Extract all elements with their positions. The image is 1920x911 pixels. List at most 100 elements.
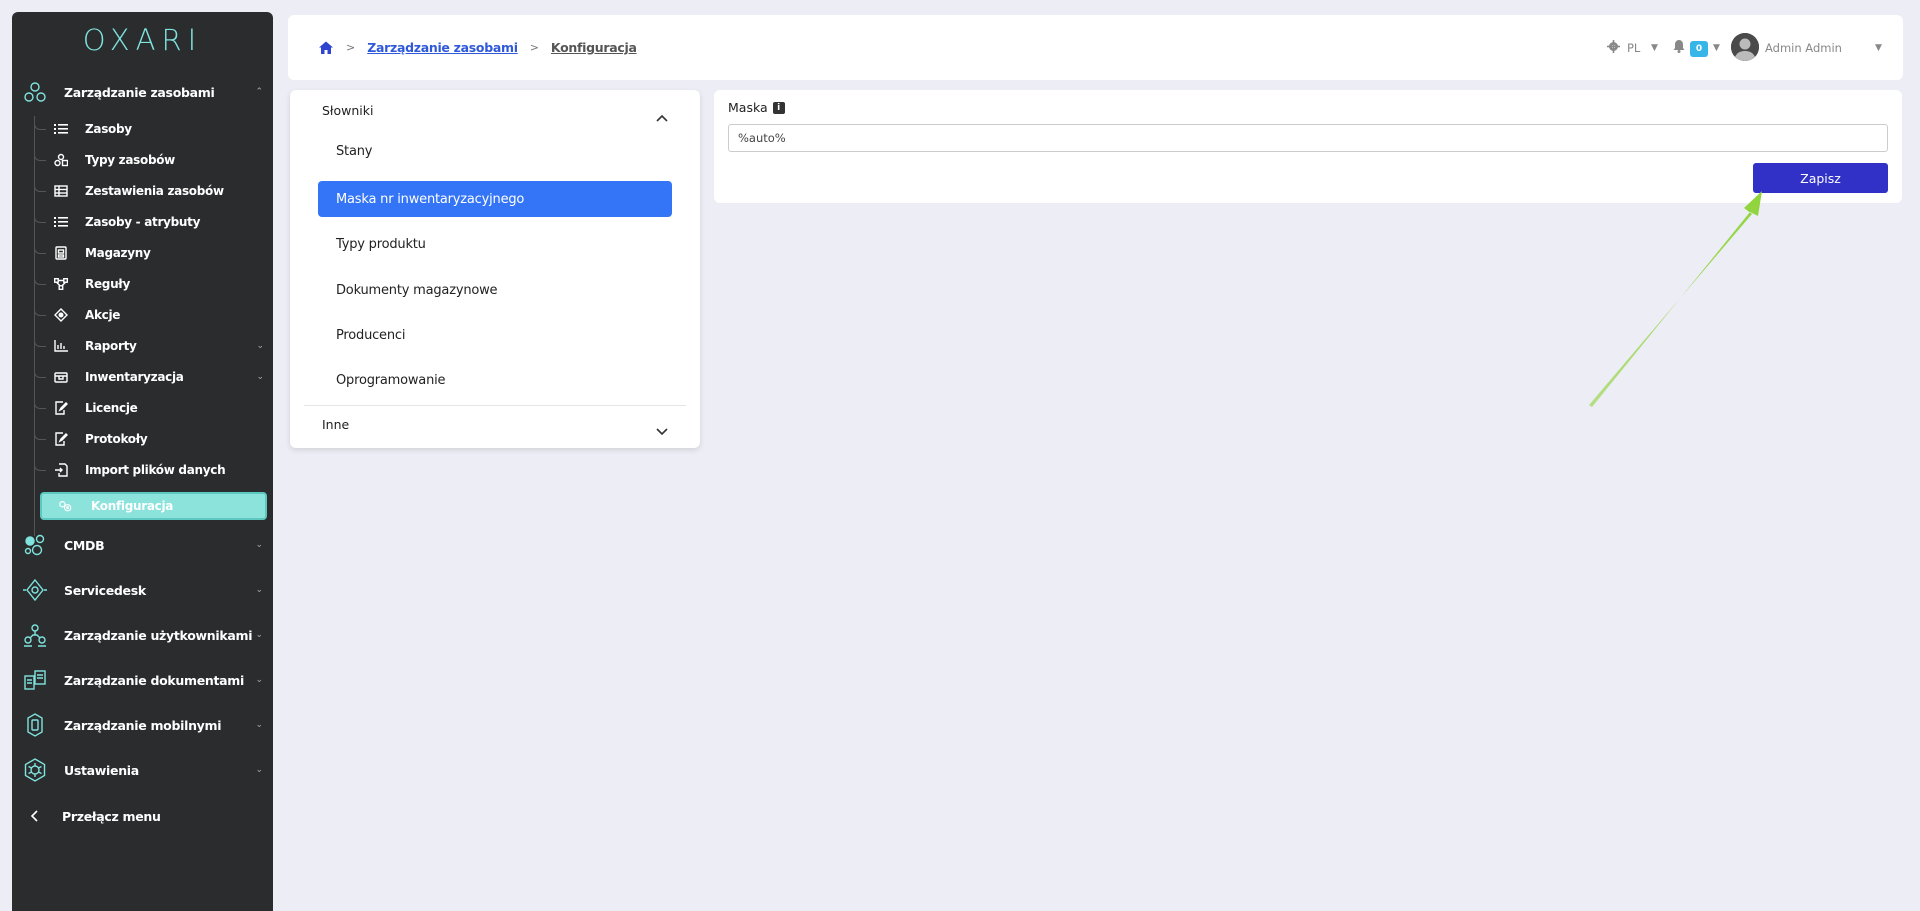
chevron-down-icon: ⌄ — [255, 630, 263, 640]
breadcrumb-configuration[interactable]: Konfiguracja — [551, 40, 637, 55]
chevron-up-icon[interactable] — [656, 107, 668, 122]
shapes-icon — [54, 153, 68, 167]
warehouse-icon — [54, 246, 68, 260]
nav-user-management[interactable]: Zarządzanie użytkownikami ⌄ — [12, 621, 273, 649]
logo[interactable]: OXARI — [12, 12, 273, 67]
sidebar-item-label: Import plików danych — [85, 463, 226, 477]
sidebar-item-konfiguracja[interactable]: Konfiguracja — [40, 492, 267, 520]
action-icon — [54, 308, 68, 322]
tree-connector — [34, 302, 46, 316]
tree-connector — [34, 395, 46, 409]
tree-connector — [34, 147, 46, 161]
tree-connector — [34, 271, 46, 285]
config-icon — [58, 499, 72, 513]
notification-badge[interactable]: 0 — [1690, 41, 1708, 57]
nav-label: Zarządzanie mobilnymi — [64, 717, 222, 733]
protocol-icon — [54, 432, 68, 446]
tree-connector — [34, 457, 46, 471]
dictionaries-panel: Słowniki Stany Maska nr inwentaryzacyjne… — [290, 90, 700, 448]
sidebar-item-label: Typy zasobów — [85, 153, 175, 167]
chevron-down-icon: ⌄ — [255, 765, 263, 775]
sidebar-item-magazyny[interactable]: Magazyny — [34, 240, 274, 266]
logo-text: OXARI — [82, 22, 203, 57]
rules-icon — [54, 277, 68, 291]
nav-mobile-management[interactable]: Zarządzanie mobilnymi ⌄ — [12, 711, 273, 739]
sidebar-item-label: Zasoby — [85, 122, 132, 136]
tree-connector — [34, 209, 46, 223]
sidebar-item-label: Reguły — [85, 277, 130, 291]
gear-icon[interactable] — [1607, 39, 1620, 56]
mask-label-text: Maska — [728, 100, 768, 115]
caret-down-icon[interactable]: ▼ — [1875, 43, 1882, 53]
nav-servicedesk[interactable]: Servicedesk ⌄ — [12, 576, 273, 604]
sidebar-item-label: Inwentaryzacja — [85, 370, 184, 384]
sidebar-item-label: Magazyny — [85, 246, 151, 260]
breadcrumb-asset-management[interactable]: Zarządzanie zasobami — [367, 40, 518, 55]
chevron-down-icon: ⌄ — [255, 540, 263, 550]
bell-icon[interactable] — [1673, 39, 1685, 56]
info-icon[interactable]: i — [772, 101, 785, 114]
home-icon[interactable] — [318, 40, 334, 56]
chevron-down-icon: ⌄ — [255, 720, 263, 730]
language-selector[interactable]: PL — [1627, 41, 1640, 55]
nav-label: Servicedesk — [64, 582, 146, 598]
inventory-icon — [54, 370, 68, 384]
tree-connector — [34, 333, 46, 347]
tree-connector — [34, 178, 46, 192]
sidebar-item-zestawienia[interactable]: Zestawienia zasobów — [34, 178, 274, 204]
sidebar-item-label: Zasoby - atrybuty — [85, 215, 201, 229]
sidebar-item-reguly[interactable]: Reguły — [34, 271, 274, 297]
mask-input[interactable] — [728, 124, 1888, 152]
users-icon — [22, 622, 48, 648]
dict-item-producenci[interactable]: Producenci — [318, 317, 672, 353]
tree-connector — [34, 364, 46, 378]
nav-document-management[interactable]: Zarządzanie dokumentami ⌄ — [12, 666, 273, 694]
servicedesk-icon — [22, 577, 48, 603]
chevron-right-icon: > — [346, 41, 356, 54]
nav-label: Zarządzanie dokumentami — [64, 672, 245, 688]
sidebar-item-raporty[interactable]: Raporty ⌄ — [34, 333, 274, 359]
dict-item-typy-produktu[interactable]: Typy produktu — [318, 226, 672, 262]
list-icon — [54, 215, 68, 229]
import-icon — [54, 463, 68, 477]
mask-label: Maska i — [728, 100, 785, 115]
tree-connector — [34, 116, 46, 130]
nav-label: Zarządzanie użytkownikami — [64, 627, 253, 643]
nav-asset-management[interactable]: Zarządzanie zasobami ⌃ — [12, 78, 273, 106]
dict-item-maska[interactable]: Maska nr inwentaryzacyjnego — [318, 181, 672, 217]
caret-down-icon[interactable]: ▼ — [1651, 43, 1658, 53]
dict-item-stany[interactable]: Stany — [318, 133, 672, 169]
sidebar-item-inwentaryzacja[interactable]: Inwentaryzacja ⌄ — [34, 364, 274, 390]
sidebar-item-typy-zasobow[interactable]: Typy zasobów — [34, 147, 274, 173]
chevron-down-icon[interactable] — [656, 421, 668, 436]
toggle-menu-button[interactable]: Przełącz menu — [12, 802, 273, 830]
chevron-down-icon: ⌄ — [256, 341, 264, 351]
nav-cmdb[interactable]: CMDB ⌄ — [12, 531, 273, 559]
dict-item-oprogramowanie[interactable]: Oprogramowanie — [318, 362, 672, 398]
avatar[interactable] — [1731, 33, 1759, 61]
chevron-down-icon: ⌄ — [255, 585, 263, 595]
accordion-slowniki-title[interactable]: Słowniki — [322, 103, 373, 118]
mobile-icon — [22, 712, 48, 738]
sidebar-item-zasoby-atrybuty[interactable]: Zasoby - atrybuty — [34, 209, 274, 235]
sidebar-item-licencje[interactable]: Licencje — [34, 395, 274, 421]
tree-connector — [34, 240, 46, 254]
mask-form: Maska i Zapisz — [714, 90, 1902, 203]
sidebar-item-akcje[interactable]: Akcje — [34, 302, 274, 328]
top-header: > Zarządzanie zasobami > Konfiguracja PL… — [288, 15, 1903, 80]
chevron-up-icon: ⌃ — [255, 87, 263, 97]
sidebar-item-import[interactable]: Import plików danych — [34, 457, 274, 483]
caret-down-icon[interactable]: ▼ — [1713, 43, 1720, 53]
breadcrumb: > Zarządzanie zasobami > Konfiguracja — [318, 15, 637, 80]
user-name[interactable]: Admin Admin — [1765, 41, 1842, 55]
save-button[interactable]: Zapisz — [1753, 163, 1888, 193]
sidebar-item-label: Akcje — [85, 308, 121, 322]
dict-item-dokumenty-magazynowe[interactable]: Dokumenty magazynowe — [318, 272, 672, 308]
table-icon — [54, 184, 68, 198]
chevron-left-icon — [22, 803, 48, 829]
sidebar-item-protokoly[interactable]: Protokoły — [34, 426, 274, 452]
sidebar-item-label: Protokoły — [85, 432, 148, 446]
sidebar-item-zasoby[interactable]: Zasoby — [34, 116, 274, 142]
accordion-inne-title[interactable]: Inne — [322, 417, 349, 432]
nav-settings[interactable]: Ustawienia ⌄ — [12, 756, 273, 784]
